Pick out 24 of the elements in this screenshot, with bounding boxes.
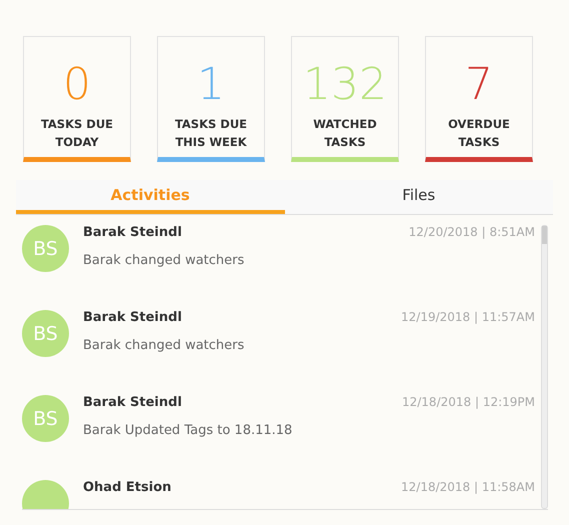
stat-value: 7 — [465, 59, 493, 111]
scrollbar[interactable] — [541, 225, 548, 509]
user-name: Barak Steindl — [83, 225, 182, 240]
timestamp: 12/20/2018 | 8:51AM — [408, 225, 535, 239]
stat-label: OVERDUE TASKS — [447, 116, 511, 151]
user-name: Barak Steindl — [83, 395, 182, 410]
timestamp: 12/18/2018 | 12:19PM — [402, 395, 535, 409]
activity-text: Barak changed watchers — [83, 253, 246, 268]
stat-label: WATCHED TASKS — [312, 116, 378, 151]
timestamp: 12/19/2018 | 11:57AM — [401, 310, 535, 324]
avatar: BS — [22, 395, 69, 442]
avatar: BS — [22, 225, 69, 272]
stat-label: TASKS DUE TODAY — [40, 116, 114, 151]
stat-label: TASKS DUE THIS WEEK — [174, 116, 248, 151]
user-name: Barak Steindl — [83, 310, 182, 325]
stat-value: 0 — [63, 59, 91, 111]
timestamp: 12/18/2018 | 11:58AM — [401, 480, 535, 494]
stat-value: 1 — [197, 59, 225, 111]
stat-value: 132 — [303, 59, 387, 111]
tab[interactable]: Files — [284, 180, 553, 214]
activity-text: Barak Updated Tags to 18.11.18 — [83, 423, 294, 438]
avatar: BS — [22, 310, 69, 357]
activity-text: Barak changed watchers — [83, 338, 246, 353]
user-name: Ohad Etsion — [83, 480, 172, 495]
